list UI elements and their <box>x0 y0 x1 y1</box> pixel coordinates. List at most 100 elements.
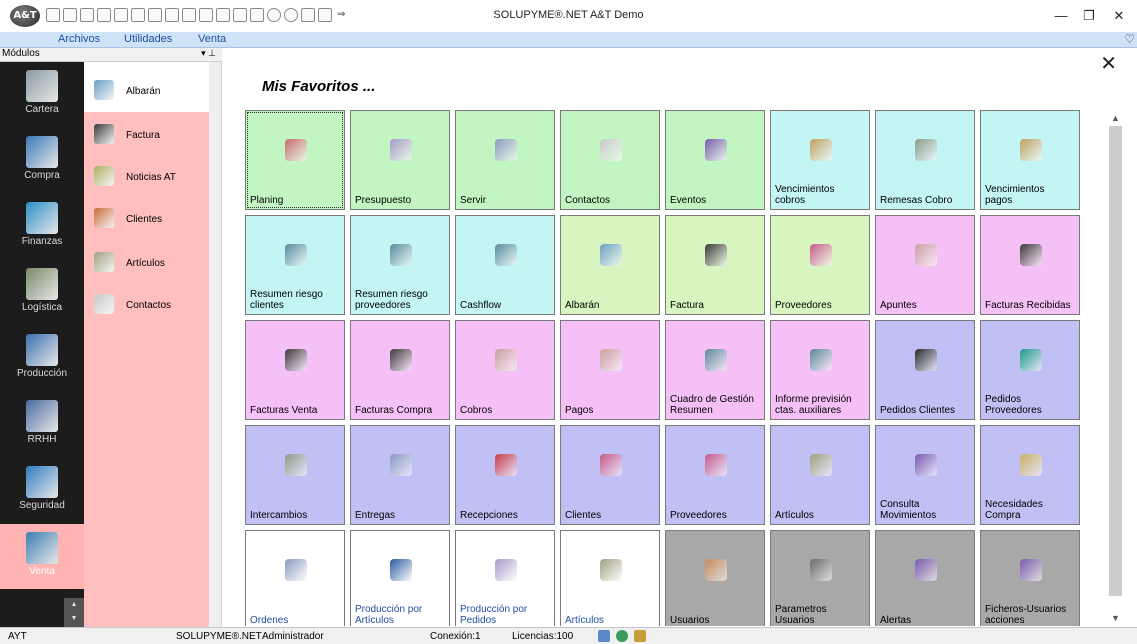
submodule-item[interactable]: Artículos <box>84 248 209 288</box>
favorite-tile[interactable]: Eventos <box>665 110 765 210</box>
favorite-tile[interactable]: Facturas Venta <box>245 320 345 420</box>
panel-splitter[interactable] <box>209 62 222 627</box>
favorite-heart-icon[interactable]: ♡ <box>1124 32 1135 46</box>
module-logistica[interactable]: Logística <box>0 260 84 325</box>
favorite-tile[interactable]: Recepciones <box>455 425 555 525</box>
favorite-tile[interactable]: Factura <box>665 215 765 315</box>
submodule-item[interactable]: Clientes <box>84 204 209 244</box>
window-title: SOLUPYME®.NET A&T Demo <box>493 9 644 21</box>
favorite-tile[interactable]: Consulta Movimientos <box>875 425 975 525</box>
network-icon[interactable] <box>598 630 610 642</box>
favorite-tile[interactable]: Alertas <box>875 530 975 626</box>
favorite-tile[interactable]: Ficheros-Usuarios acciones <box>980 530 1080 626</box>
favorite-tile[interactable]: Resumen riesgo proveedores <box>350 215 450 315</box>
restore-button[interactable]: ❐ <box>1078 6 1100 26</box>
favorite-tile[interactable]: Pedidos Proveedores <box>980 320 1080 420</box>
menu-archivos[interactable]: Archivos <box>58 33 100 45</box>
tile-icon <box>600 559 622 581</box>
module-produccion[interactable]: Producción <box>0 326 84 391</box>
close-favorites-button[interactable]: ✕ <box>1100 54 1117 74</box>
tile-label: Clientes <box>565 510 602 521</box>
module-label: RRHH <box>27 434 57 445</box>
calendar-icon[interactable] <box>634 630 646 642</box>
tile-icon <box>495 244 517 266</box>
module-scroll-buttons[interactable]: ▲ ▼ <box>64 598 84 627</box>
module-finanzas[interactable]: Finanzas <box>0 194 84 259</box>
scroll-up-arrow[interactable]: ▲ <box>1107 112 1124 124</box>
status-user: Administrador <box>262 631 324 642</box>
tile-icon <box>915 454 937 476</box>
globe-icon[interactable] <box>616 630 628 642</box>
favorite-tile[interactable]: Necesidades Compra <box>980 425 1080 525</box>
favorite-tile[interactable]: Cuadro de Gestión Resumen <box>665 320 765 420</box>
minimize-button[interactable]: — <box>1050 6 1072 26</box>
favorite-tile[interactable]: Informe previsión ctas. auxiliares <box>770 320 870 420</box>
scroll-thumb[interactable] <box>1109 126 1122 596</box>
favorite-tile[interactable]: Parametros Usuarios <box>770 530 870 626</box>
favorite-tile[interactable]: Contactos <box>560 110 660 210</box>
submodule-item[interactable]: Contactos <box>84 290 209 330</box>
tile-label: Artículos <box>775 510 814 521</box>
module-label: Producción <box>16 368 68 379</box>
module-cartera[interactable]: Cartera <box>0 62 84 127</box>
favorite-tile[interactable]: Vencimientos cobros <box>770 110 870 210</box>
module-scroll-down[interactable]: ▼ <box>64 612 84 626</box>
submodule-item[interactable]: Albarán <box>84 76 209 116</box>
scroll-down-arrow[interactable]: ▼ <box>1107 612 1124 624</box>
favorite-tile[interactable]: Producción por Artículos <box>350 530 450 626</box>
favorite-tile[interactable]: Servir <box>455 110 555 210</box>
favorite-tile[interactable]: Producción por Pedidos <box>455 530 555 626</box>
submodule-item[interactable]: Noticias AT <box>84 162 209 202</box>
favorite-tile[interactable]: Remesas Cobro <box>875 110 975 210</box>
modules-title: Módulos <box>2 48 40 59</box>
favorite-tile[interactable]: Artículos <box>770 425 870 525</box>
favorite-tile[interactable]: Albarán <box>560 215 660 315</box>
favorite-tile[interactable]: Artículos <box>560 530 660 626</box>
status-connection: Conexión:1 <box>430 631 481 642</box>
tile-label: Resumen riesgo clientes <box>250 289 323 311</box>
tile-label: Pedidos Proveedores <box>985 394 1042 416</box>
favorite-tile[interactable]: Resumen riesgo clientes <box>245 215 345 315</box>
favorite-tile[interactable]: Facturas Compra <box>350 320 450 420</box>
tile-label: Ficheros-Usuarios acciones <box>985 604 1067 626</box>
submodule-label: Clientes <box>126 214 163 225</box>
main-area: Mis Favoritos ... ✕ Planing Presupuesto Se… <box>222 48 1137 627</box>
submodule-label: Artículos <box>126 258 165 269</box>
favorite-tile[interactable]: Pagos <box>560 320 660 420</box>
favorite-tile[interactable]: Ordenes <box>245 530 345 626</box>
tile-icon <box>1020 349 1042 371</box>
favorite-tile[interactable]: Entregas <box>350 425 450 525</box>
module-scroll-up[interactable]: ▲ <box>64 598 84 612</box>
module-venta[interactable]: Venta <box>0 524 84 589</box>
favorite-tile[interactable]: Apuntes <box>875 215 975 315</box>
favorite-tile[interactable]: Usuarios <box>665 530 765 626</box>
pin-icon[interactable]: ▾ ⊥ <box>201 48 216 59</box>
favorite-tile[interactable]: Cashflow <box>455 215 555 315</box>
favorite-tile[interactable]: Presupuesto <box>350 110 450 210</box>
favorite-tile[interactable]: Intercambios <box>245 425 345 525</box>
module-label: Finanzas <box>21 236 63 247</box>
favorite-tile[interactable]: Facturas Recibidas <box>980 215 1080 315</box>
invoice-check-icon <box>94 124 114 144</box>
favorite-tile[interactable]: Pedidos Clientes <box>875 320 975 420</box>
tile-label: Cashflow <box>460 300 502 311</box>
module-seguridad[interactable]: Seguridad <box>0 458 84 523</box>
favorite-tile[interactable]: Cobros <box>455 320 555 420</box>
menu-utilidades[interactable]: Utilidades <box>124 33 172 45</box>
module-compra[interactable]: Compra <box>0 128 84 193</box>
tile-icon <box>390 454 412 476</box>
module-rrhh[interactable]: RRHH <box>0 392 84 457</box>
submodules-panel: Albarán Factura Noticias AT Clientes Artícul… <box>84 62 209 627</box>
vertical-scrollbar[interactable]: ▲ ▼ <box>1107 112 1124 624</box>
favorite-tile[interactable]: Proveedores <box>665 425 765 525</box>
menu-venta[interactable]: Venta <box>198 33 226 45</box>
tile-icon <box>1020 244 1042 266</box>
favorite-tile[interactable]: Vencimientos pagos <box>980 110 1080 210</box>
close-window-button[interactable]: ✕ <box>1108 6 1130 26</box>
tile-icon <box>600 244 622 266</box>
module-label: Logística <box>21 302 63 313</box>
favorite-tile[interactable]: Planing <box>245 110 345 210</box>
favorite-tile[interactable]: Clientes <box>560 425 660 525</box>
favorite-tile[interactable]: Proveedores <box>770 215 870 315</box>
submodule-item[interactable]: Factura <box>84 120 209 160</box>
